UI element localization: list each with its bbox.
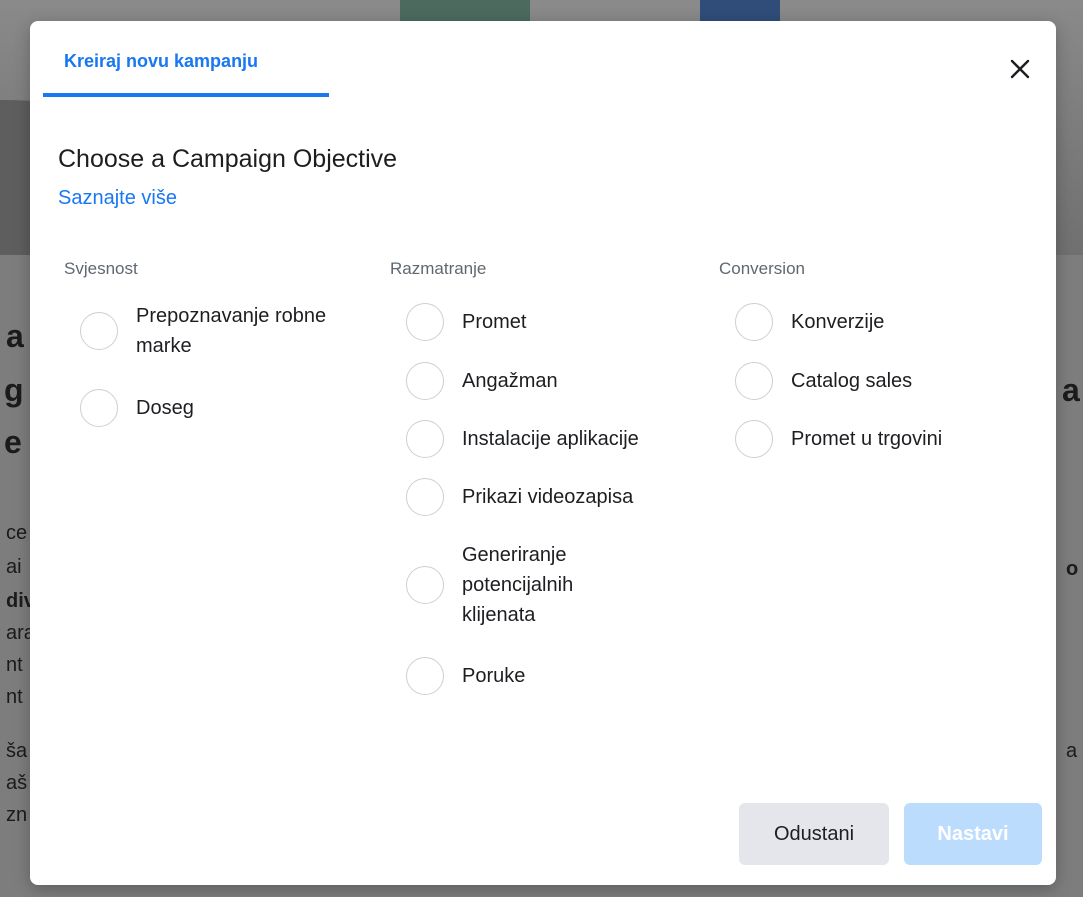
objective-option-conversions[interactable]: Konverzije [735,303,884,341]
radio-button[interactable] [80,312,118,350]
background-text: ce [6,522,28,544]
option-label: Konverzije [791,311,885,333]
objective-option-app-installs[interactable]: Instalacije aplikacije [406,420,639,458]
close-icon [1010,59,1030,79]
radio-button[interactable] [735,362,773,400]
continue-button[interactable]: Nastavi [904,803,1042,865]
background-text: a [1066,740,1078,762]
close-button[interactable] [1008,57,1032,81]
objective-option-messages[interactable]: Poruke [406,657,525,695]
column-title: Conversion [719,259,805,278]
background-text: a [6,318,24,354]
option-label: Generiranje potencijalnih klijenata [462,544,574,626]
objective-option-lead-generation[interactable]: Generiranje potencijalnih klijenata [406,540,612,630]
objective-option-brand-awareness[interactable]: Prepoznavanje robne marke [80,301,376,361]
tab-label: Kreiraj novu kampanju [64,51,259,71]
radio-button[interactable] [406,362,444,400]
radio-button[interactable] [406,478,444,516]
background-text: ai [6,556,22,578]
background-text: e [4,424,22,460]
option-label: Angažman [462,370,558,392]
radio-button[interactable] [406,657,444,695]
option-label: Prepoznavanje robne marke [136,305,327,357]
objective-option-catalog-sales[interactable]: Catalog sales [735,362,912,400]
option-label: Catalog sales [791,370,913,392]
background-text: nt [6,686,23,708]
background-text: zn [6,804,28,826]
radio-button[interactable] [735,303,773,341]
radio-button[interactable] [406,420,444,458]
background-text: nt [6,654,23,676]
background-image-fragment [400,0,530,22]
objective-option-traffic[interactable]: Promet [406,303,526,341]
background-text: g [4,372,24,408]
create-campaign-dialog: Kreiraj novu kampanju Choose a Campaign … [30,21,1056,885]
background-text: aš [6,772,28,794]
background-text: o [1066,558,1079,580]
option-label: Doseg [136,397,194,419]
option-label: Promet [462,311,527,333]
objective-option-video-views[interactable]: Prikazi videozapisa [406,478,633,516]
radio-button[interactable] [406,303,444,341]
radio-button[interactable] [406,566,444,604]
cancel-button[interactable]: Odustani [739,803,889,865]
option-label: Poruke [462,665,526,687]
column-title: Svjesnost [64,259,138,278]
background-text: ša [6,740,28,762]
objective-option-reach[interactable]: Doseg [80,389,194,427]
option-label: Prikazi videozapisa [462,486,634,508]
option-label: Promet u trgovini [791,428,943,450]
learn-more-link[interactable]: Saznajte više [58,187,177,210]
objective-option-store-traffic[interactable]: Promet u trgovini [735,420,942,458]
objective-option-engagement[interactable]: Angažman [406,362,558,400]
dialog-heading: Choose a Campaign Objective [58,145,398,173]
radio-button[interactable] [80,389,118,427]
tab-create-campaign[interactable]: Kreiraj novu kampanju [43,51,329,97]
background-text: a [1062,372,1080,408]
column-title: Razmatranje [390,259,487,278]
radio-button[interactable] [735,420,773,458]
option-label: Instalacije aplikacije [462,428,639,450]
background-image-fragment [700,0,780,22]
